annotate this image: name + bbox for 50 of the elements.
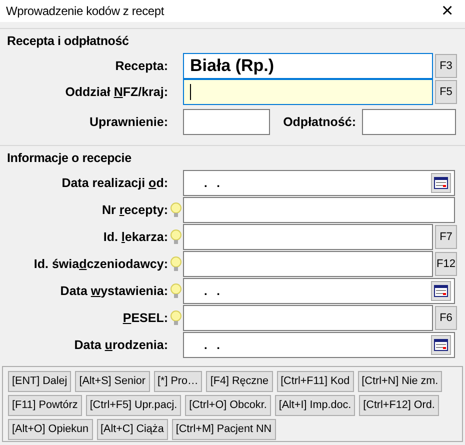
input-field[interactable] xyxy=(183,251,433,277)
shortcut-button[interactable]: [Alt+S] Senior xyxy=(75,371,150,392)
input-field[interactable] xyxy=(183,224,433,250)
field-label: Data urodzenia: xyxy=(73,336,168,354)
field-label: PESEL: xyxy=(122,310,168,327)
field-label: Odpłatność: xyxy=(282,114,356,131)
shortcut-button[interactable]: [F4] Ręczne xyxy=(206,371,273,392)
text-cursor xyxy=(190,84,191,100)
shortcut-button[interactable]: [Ctrl+O] Obcokr. xyxy=(185,395,271,416)
key-button[interactable]: F6 xyxy=(435,306,457,330)
shortcut-button[interactable]: [Ctrl+M] Pacjent NN xyxy=(172,419,276,440)
key-button[interactable]: F12 xyxy=(435,252,457,276)
input-field[interactable]: . . xyxy=(183,278,455,304)
input-field[interactable]: . . xyxy=(183,332,455,358)
field-label: Data realizacji od: xyxy=(60,174,168,192)
shortcut-button[interactable]: [Ctrl+N] Nie zm. xyxy=(358,371,442,392)
date-value: . . xyxy=(203,283,224,300)
input-field[interactable]: Biała (Rp.) xyxy=(183,53,433,79)
field-label: Uprawnienie: xyxy=(88,114,168,131)
date-value: . . xyxy=(203,337,224,354)
field-label: Id. lekarza: xyxy=(102,228,168,246)
input-field[interactable]: . . xyxy=(183,170,455,196)
key-button[interactable]: F7 xyxy=(435,225,457,249)
input-field[interactable] xyxy=(183,305,433,331)
field-label: Nr recepty: xyxy=(100,202,168,219)
input-field[interactable] xyxy=(183,109,270,135)
shortcut-button[interactable]: [ENT] Dalej xyxy=(8,371,72,392)
shortcut-button[interactable]: [F11] Powtórz xyxy=(8,395,82,416)
shortcut-button[interactable]: [Alt+O] Opiekun xyxy=(8,419,93,440)
shortcut-button[interactable]: [Alt+I] Imp.doc. xyxy=(274,395,356,416)
key-button[interactable]: F3 xyxy=(435,54,457,78)
input-field[interactable] xyxy=(183,79,433,105)
shortcut-button[interactable]: [Ctrl+F5] Upr.pacj. xyxy=(86,395,182,416)
field-label: Recepta: xyxy=(114,58,168,75)
key-button[interactable]: F5 xyxy=(435,80,457,104)
field-label: Oddział NFZ/kraj: xyxy=(64,84,168,101)
calendar-button[interactable] xyxy=(431,281,451,301)
field-label: Id. świadczeniodawcy: xyxy=(32,256,168,273)
shortcut-button[interactable]: [Alt+C] Ciąża xyxy=(96,419,168,440)
shortcut-button[interactable]: [*] Pro… xyxy=(154,371,202,392)
input-field[interactable] xyxy=(183,197,455,223)
window-title: Wprowadzenie kodów z recept xyxy=(6,3,164,20)
field-label: Data wystawienia: xyxy=(59,282,168,300)
shortcut-button[interactable]: [Ctrl+F12] Ord. xyxy=(359,395,439,416)
date-value: . . xyxy=(203,175,224,192)
input-field[interactable] xyxy=(362,109,456,135)
calendar-button[interactable] xyxy=(431,173,451,193)
calendar-button[interactable] xyxy=(431,335,451,355)
shortcut-button[interactable]: [Ctrl+F11] Kod xyxy=(276,371,354,392)
close-button[interactable]: × xyxy=(438,1,457,21)
